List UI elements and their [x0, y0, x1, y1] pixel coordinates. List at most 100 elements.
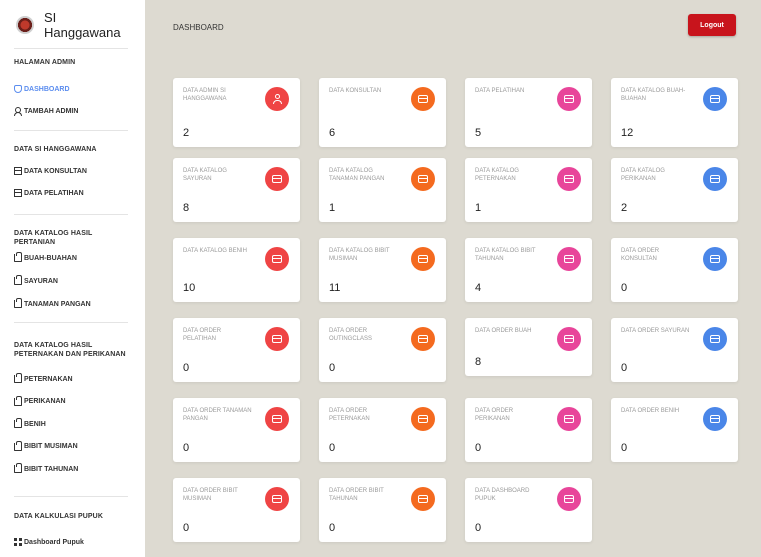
- sidebar-item-label: SAYURAN: [24, 277, 58, 285]
- sidebar-item-dashboard[interactable]: DASHBOARD: [14, 84, 70, 94]
- stat-card[interactable]: DATA ORDER BUAH 8: [465, 318, 592, 376]
- stat-card[interactable]: DATA PELATIHAN 5: [465, 78, 592, 147]
- stat-card[interactable]: DATA ADMIN SI HANGGAWANA 2: [173, 78, 300, 147]
- stat-card[interactable]: DATA KATALOG SAYURAN 8: [173, 158, 300, 222]
- stat-card-label: DATA KATALOG BIBIT TAHUNAN: [475, 248, 536, 262]
- stat-card-label: DATA ORDER SAYURAN: [621, 328, 690, 334]
- brand[interactable]: SI Hanggawana: [14, 0, 131, 50]
- stat-card-badge: [411, 407, 435, 431]
- sidebar-item-label: DASHBOARD: [24, 85, 70, 93]
- sidebar-item-perikanan[interactable]: PERIKANAN: [14, 395, 66, 407]
- stat-card[interactable]: DATA ORDER PELATIHAN 0: [173, 318, 300, 382]
- sidebar-item-benih[interactable]: BENIH: [14, 418, 46, 429]
- stat-card-value: 0: [621, 362, 628, 374]
- stat-card-value: 0: [183, 362, 190, 374]
- stat-card[interactable]: DATA KONSULTAN 6: [319, 78, 446, 147]
- stat-card-label: DATA DASHBOARD PUPUK: [475, 488, 530, 502]
- grid-icon: [14, 538, 22, 546]
- stat-card[interactable]: DATA DASHBOARD PUPUK 0: [465, 478, 592, 542]
- bag-icon: [14, 298, 22, 308]
- user-add-icon: [14, 107, 22, 116]
- stat-card[interactable]: DATA KATALOG TANAMAN PANGAN 1: [319, 158, 446, 222]
- bag-icon: [14, 418, 22, 428]
- stat-card-badge: [411, 87, 435, 111]
- bag-icon: [14, 463, 22, 473]
- sidebar: SI Hanggawana HALAMAN ADMIN DASHBOARD TAMB…: [0, 0, 145, 557]
- stat-card[interactable]: DATA KATALOG PETERNAKAN 1: [465, 158, 592, 222]
- stat-card[interactable]: DATA ORDER BIBIT MUSIMAN 0: [173, 478, 300, 542]
- stat-card-value: 0: [329, 522, 336, 534]
- stat-card[interactable]: DATA ORDER TANAMAN PANGAN 0: [173, 398, 300, 462]
- stat-card-label: DATA KATALOG BUAH-BUAHAN: [621, 88, 686, 102]
- stat-card-value: 12: [621, 127, 634, 139]
- stat-card-value: 0: [475, 442, 482, 454]
- stat-card-badge: [411, 247, 435, 271]
- sidebar-divider: [14, 322, 128, 323]
- stat-card[interactable]: DATA KATALOG BIBIT TAHUNAN 4: [465, 238, 592, 302]
- stat-card-label: DATA KATALOG BENIH: [183, 248, 247, 254]
- sidebar-item-buah-buahan[interactable]: BUAH-BUAHAN: [14, 252, 77, 263]
- table-icon: [564, 175, 574, 183]
- stat-card-badge: [557, 407, 581, 431]
- stat-card-value: 2: [183, 127, 190, 139]
- stat-card-value: 1: [475, 202, 482, 214]
- stat-card-value: 0: [475, 522, 482, 534]
- sidebar-item-dashboard-pupuk[interactable]: Dashboard Pupuk: [14, 537, 84, 547]
- sidebar-section-title: HALAMAN ADMIN: [14, 59, 76, 66]
- sidebar-divider: [14, 48, 128, 49]
- user-icon: [272, 93, 282, 105]
- stat-card-badge: [265, 167, 289, 191]
- stat-card[interactable]: DATA ORDER PERIKANAN 0: [465, 398, 592, 462]
- stat-card-label: DATA KONSULTAN: [329, 88, 382, 94]
- stat-card[interactable]: DATA ORDER BENIH 0: [611, 398, 738, 462]
- sidebar-divider: [14, 130, 128, 131]
- stat-card-badge: [265, 407, 289, 431]
- sidebar-item-tanaman-pangan[interactable]: TANAMAN PANGAN: [14, 298, 91, 309]
- stat-card[interactable]: DATA ORDER SAYURAN 0: [611, 318, 738, 382]
- bag-icon: [14, 395, 22, 406]
- stat-card-label: DATA ORDER OUTINGCLASS: [329, 328, 373, 342]
- stat-card[interactable]: DATA ORDER PETERNAKAN 0: [319, 398, 446, 462]
- table-icon: [418, 255, 428, 263]
- stat-card-value: 0: [621, 442, 628, 454]
- sidebar-item-label: DATA KONSULTAN: [24, 167, 87, 175]
- table-icon: [564, 415, 574, 423]
- stat-card-label: DATA ORDER TANAMAN PANGAN: [183, 408, 252, 422]
- stat-card-value: 0: [183, 522, 190, 534]
- page-title: DASHBOARD: [173, 23, 224, 32]
- sidebar-item-bibit-tahunan[interactable]: BIBIT TAHUNAN: [14, 463, 79, 474]
- stat-card-label: DATA KATALOG PERIKANAN: [621, 168, 665, 182]
- stat-card-badge: [265, 247, 289, 271]
- stat-card-badge: [557, 247, 581, 271]
- stat-card-label: DATA ORDER BIBIT TAHUNAN: [329, 488, 384, 502]
- sidebar-item-label: BIBIT TAHUNAN: [24, 465, 79, 473]
- stat-card[interactable]: DATA ORDER KONSULTAN 0: [611, 238, 738, 302]
- table-icon: [710, 95, 720, 103]
- stat-card[interactable]: DATA KATALOG BUAH-BUAHAN 12: [611, 78, 738, 147]
- table-icon: [272, 255, 282, 263]
- stat-card[interactable]: DATA ORDER OUTINGCLASS 0: [319, 318, 446, 382]
- stat-card-label: DATA ORDER BUAH: [475, 328, 532, 334]
- table-icon: [710, 255, 720, 263]
- stat-card-value: 5: [475, 127, 482, 139]
- bag-icon: [14, 440, 22, 451]
- stat-card[interactable]: DATA KATALOG BENIH 10: [173, 238, 300, 302]
- logout-button[interactable]: Logout: [688, 14, 736, 36]
- sidebar-item-label: BIBIT MUSIMAN: [24, 443, 78, 450]
- stat-card[interactable]: DATA KATALOG PERIKANAN 2: [611, 158, 738, 222]
- sidebar-item-data-konsultan[interactable]: DATA KONSULTAN: [14, 166, 87, 176]
- sidebar-item-data-pelatihan[interactable]: DATA PELATIHAN: [14, 188, 84, 198]
- stat-card-label: DATA ORDER PERIKANAN: [475, 408, 514, 422]
- stat-card-label: DATA KATALOG TANAMAN PANGAN: [329, 168, 385, 182]
- sidebar-item-peternakan[interactable]: PETERNAKAN: [14, 373, 73, 384]
- sidebar-item-sayuran[interactable]: SAYURAN: [14, 275, 58, 286]
- stat-card[interactable]: DATA ORDER BIBIT TAHUNAN 0: [319, 478, 446, 542]
- sidebar-item-bibit-musiman[interactable]: BIBIT MUSIMAN: [14, 440, 78, 452]
- sidebar-item-tambah-admin[interactable]: TAMBAH ADMIN: [14, 106, 78, 116]
- stat-card-value: 6: [329, 127, 336, 139]
- stat-card-badge: [411, 167, 435, 191]
- stat-card-badge: [703, 247, 727, 271]
- stat-card-label: DATA PELATIHAN: [475, 88, 525, 94]
- stat-card-badge: [265, 487, 289, 511]
- stat-card[interactable]: DATA KATALOG BIBIT MUSIMAN 11: [319, 238, 446, 302]
